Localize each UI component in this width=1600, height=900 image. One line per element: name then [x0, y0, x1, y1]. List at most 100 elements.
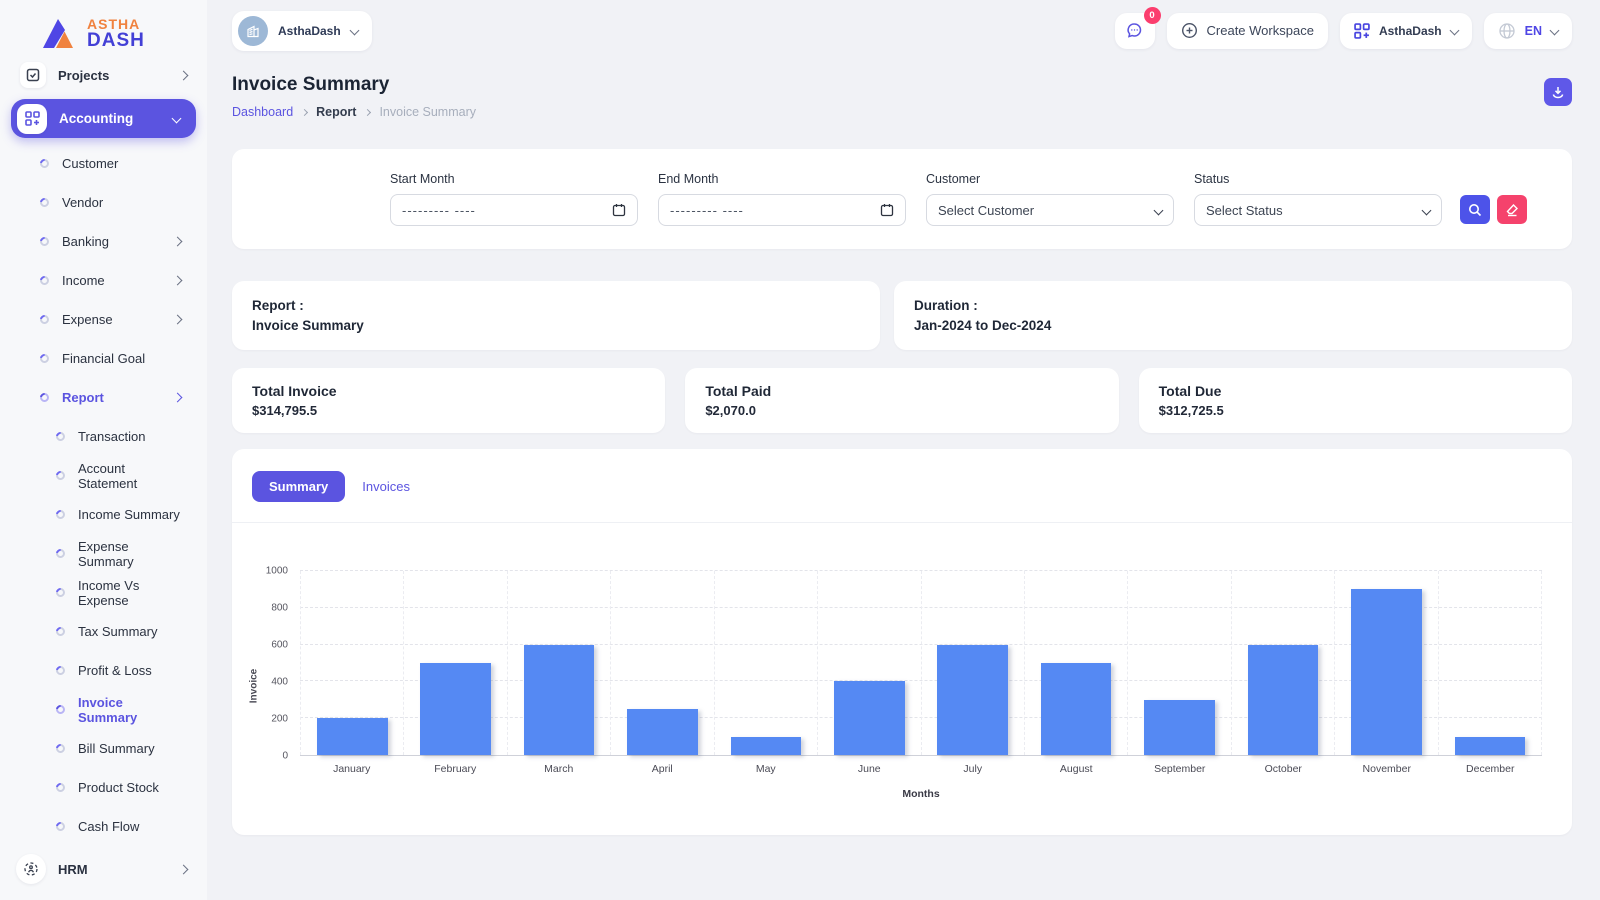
chart-card: Summary Invoices Invoice 0 200 400 600 800 10…: [232, 449, 1572, 835]
clear-filter-button[interactable]: [1497, 195, 1527, 224]
sidebar-item-label: HRM: [58, 861, 88, 877]
sidebar-item-label: Banking: [62, 234, 109, 249]
bar-february: [420, 663, 491, 755]
total-invoice-label: Total Invoice: [252, 383, 337, 399]
start-month-label: Start Month: [390, 172, 455, 186]
sidebar-item-label: Cash Flow: [78, 819, 140, 834]
search-button[interactable]: [1460, 195, 1490, 224]
grid-plus-icon: [1354, 22, 1370, 39]
start-month-input[interactable]: [402, 202, 604, 218]
sidebar-item-projects[interactable]: Projects: [0, 59, 207, 92]
bullet-icon: [54, 547, 67, 560]
x-tick-label: January: [333, 763, 371, 775]
topbar: AsthaDash 0 Create Workspace AsthaDash E…: [232, 0, 1572, 52]
sidebar-item-label: Vendor: [62, 195, 104, 210]
sidebar-item-product-stock[interactable]: Product Stock: [0, 768, 207, 807]
chevron-down-icon: [1449, 25, 1460, 36]
breadcrumb-report[interactable]: Report: [316, 105, 356, 119]
chevron-right-icon: [178, 864, 189, 874]
download-button[interactable]: [1544, 78, 1572, 106]
breadcrumb-current: Invoice Summary: [379, 105, 476, 119]
brand-line1: ASTHA: [87, 15, 141, 32]
total-paid-label: Total Paid: [705, 383, 772, 399]
total-due-card: Total Due $312,725.5: [1138, 368, 1572, 433]
sidebar-item-hrm[interactable]: HRM: [0, 846, 207, 900]
tab-summary[interactable]: Summary: [252, 471, 346, 502]
sidebar-item-income[interactable]: Income: [0, 261, 207, 300]
tab-invoices[interactable]: Invoices: [362, 479, 410, 494]
calendar-icon[interactable]: [880, 203, 894, 217]
sidebar-item-transaction[interactable]: Transaction: [0, 417, 207, 456]
status-select[interactable]: Select Status: [1194, 194, 1442, 226]
total-invoice-value: $314,795.5: [252, 403, 318, 418]
sidebar-item-financial-goal[interactable]: Financial Goal: [0, 339, 207, 378]
chevron-right-icon: [172, 275, 183, 286]
bar-july: [937, 644, 1009, 755]
bar-december: [1454, 736, 1526, 755]
calendar-icon[interactable]: [612, 203, 626, 217]
bullet-icon: [38, 391, 51, 404]
chart-column-august: [1023, 571, 1127, 755]
customer-select[interactable]: Select Customer: [926, 194, 1174, 226]
sidebar-item-expense[interactable]: Expense: [0, 300, 207, 339]
create-workspace-button[interactable]: Create Workspace: [1166, 12, 1328, 49]
sidebar-item-bill-summary[interactable]: Bill Summary: [0, 729, 207, 768]
sidebar-item-label: Accounting: [59, 111, 134, 127]
sidebar-item-invoice-summary[interactable]: Invoice Summary: [0, 690, 207, 729]
duration-card-value: Jan-2024 to Dec-2024: [914, 318, 1052, 333]
customer-select-value: Select Customer: [938, 202, 1035, 218]
sidebar-item-vendor[interactable]: Vendor: [0, 183, 207, 222]
workspace-selector[interactable]: AsthaDash: [232, 10, 372, 51]
total-paid-card: Total Paid $2,070.0: [685, 368, 1119, 433]
bullet-icon: [54, 664, 67, 677]
total-paid-value: $2,070.0: [705, 403, 756, 418]
brand-line2: DASH: [87, 29, 145, 51]
sidebar-item-label: Bill Summary: [78, 741, 155, 756]
sidebar-item-label: Invoice Summary: [78, 694, 138, 725]
bar-november: [1351, 589, 1422, 755]
x-tick-label: December: [1466, 763, 1515, 775]
bullet-icon: [54, 703, 67, 716]
chat-button[interactable]: 0: [1114, 6, 1161, 49]
language-label: EN: [1524, 23, 1542, 38]
hrm-icon: [16, 854, 46, 884]
sidebar-item-income-vs-expense[interactable]: Income Vs Expense: [0, 573, 207, 612]
sidebar-item-tax-summary[interactable]: Tax Summary: [0, 612, 207, 651]
report-card-value: Invoice Summary: [252, 318, 364, 333]
sidebar-item-accounting[interactable]: Accounting: [11, 99, 196, 138]
chevron-right-icon: [172, 392, 183, 403]
report-card: Report : Invoice Summary: [232, 281, 880, 350]
sidebar-item-customer[interactable]: Customer: [0, 144, 207, 183]
sidebar-item-banking[interactable]: Banking: [0, 222, 207, 261]
workspace-avatar: [238, 15, 268, 46]
sidebar-item-profit-loss[interactable]: Profit & Loss: [0, 651, 207, 690]
chevron-down-icon: [1549, 25, 1560, 36]
x-tick-label: July: [963, 763, 983, 775]
status-select-value: Select Status: [1206, 202, 1283, 218]
sidebar-item-label: Customer: [62, 156, 119, 171]
x-tick-label: August: [1059, 763, 1093, 775]
duration-card-label: Duration :: [914, 298, 978, 313]
bullet-icon: [54, 781, 67, 794]
bar-june: [833, 681, 905, 755]
end-month-input[interactable]: [670, 202, 872, 218]
sidebar-item-income-summary[interactable]: Income Summary: [0, 495, 207, 534]
chart-column-february: [403, 571, 506, 755]
sidebar-item-label: Transaction: [78, 429, 146, 444]
workspace-switcher-button[interactable]: AsthaDash: [1339, 12, 1472, 49]
sidebar-item-cash-flow[interactable]: Cash Flow: [0, 807, 207, 846]
total-due-value: $312,725.5: [1158, 403, 1224, 418]
breadcrumb-dashboard[interactable]: Dashboard: [232, 105, 293, 119]
chart-column-september: [1127, 571, 1230, 755]
bullet-icon: [38, 157, 51, 170]
sidebar-item-report[interactable]: Report: [0, 378, 207, 417]
language-selector[interactable]: EN: [1483, 12, 1572, 49]
logo-triangle-icon: [43, 19, 73, 49]
sidebar-item-account-statement[interactable]: Account Statement: [0, 456, 207, 495]
chevron-right-icon: [178, 70, 189, 81]
sidebar-item-expense-summary[interactable]: Expense Summary: [0, 534, 207, 573]
x-tick-label: February: [434, 763, 477, 775]
end-month-label: End Month: [658, 172, 719, 186]
tabs: Summary Invoices: [232, 471, 1572, 502]
create-workspace-label: Create Workspace: [1206, 23, 1314, 38]
